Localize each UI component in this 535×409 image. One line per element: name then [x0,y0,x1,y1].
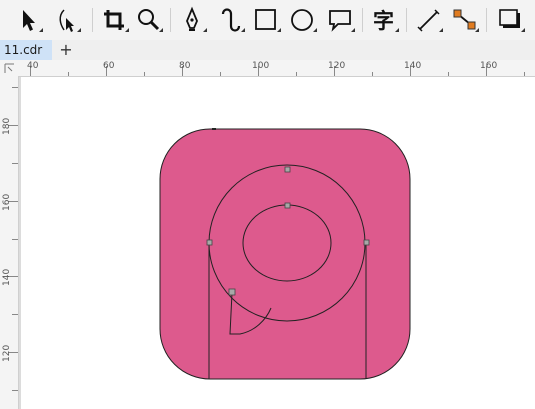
toolbar-separator [362,8,363,32]
ruler-label: 60 [103,61,115,71]
shape-tool-icon [59,9,81,32]
new-tab-button[interactable]: + [57,40,75,60]
pen-tool-button[interactable] [176,4,208,36]
node-handle[interactable] [363,239,370,246]
rounded-square-shape[interactable] [159,128,411,380]
node-handle[interactable] [228,288,236,296]
rectangle-tool-button[interactable] [250,4,282,36]
vertical-ruler[interactable]: 180 160 140 120 [0,76,19,409]
connector-tool-button[interactable] [448,4,480,36]
ellipse-tool-button[interactable] [286,4,318,36]
ruler-origin-icon [4,63,14,73]
toolbox: 字 [0,0,535,41]
document-tab-bar: 11.cdr + [0,40,535,61]
horizontal-ruler-ticks [30,66,525,76]
artistic-media-tool-button[interactable] [214,4,246,36]
text-tool-button[interactable]: 字 [368,4,400,36]
ellipse-tool-icon [291,9,317,32]
node-handle[interactable] [284,202,291,209]
drop-shadow-tool-icon [499,9,525,32]
dimension-tool-button[interactable] [412,4,444,36]
ruler-label: 160 [2,193,12,211]
pen-tool-icon [186,6,207,32]
artwork[interactable] [19,77,535,409]
ruler-label: 140 [404,61,422,71]
rectangle-tool-icon [255,9,281,32]
ruler-origin-corner[interactable] [0,60,19,77]
drawing-canvas[interactable] [19,77,535,409]
toolbar-separator [486,8,487,32]
pick-tool-icon [23,10,43,32]
artistic-media-tool-icon [221,8,245,32]
ruler-label: 140 [2,268,12,286]
pick-tool-button[interactable] [12,4,44,36]
ruler-label: 80 [179,61,191,71]
text-tool-icon: 字 [373,9,399,33]
node-handle[interactable] [206,239,213,246]
drop-shadow-tool-button[interactable] [494,4,526,36]
ruler-label: 40 [27,61,39,71]
zoom-tool-icon [138,9,163,32]
toolbar-separator [406,8,407,32]
toolbar-separator [170,8,171,32]
ruler-label: 100 [252,61,270,71]
zoom-tool-button[interactable] [132,4,164,36]
document-tab[interactable]: 11.cdr [0,40,52,60]
crop-tool-button[interactable] [98,4,130,36]
ruler-label: 160 [480,61,498,71]
connector-tool-icon [453,9,479,32]
node-handle[interactable] [284,166,291,173]
toolbar-separator [92,8,93,32]
ruler-label: 120 [328,61,346,71]
svg-text:字: 字 [373,9,394,33]
callout-tool-icon [329,10,355,32]
dimension-tool-icon [417,9,443,32]
crop-tool-icon [104,10,129,32]
horizontal-ruler[interactable]: 40 60 80 100 120 140 160 [18,60,535,77]
ruler-label: 120 [2,344,12,362]
callout-tool-button[interactable] [324,4,356,36]
shape-tool-button[interactable] [50,4,82,36]
ruler-label: 180 [2,117,12,135]
